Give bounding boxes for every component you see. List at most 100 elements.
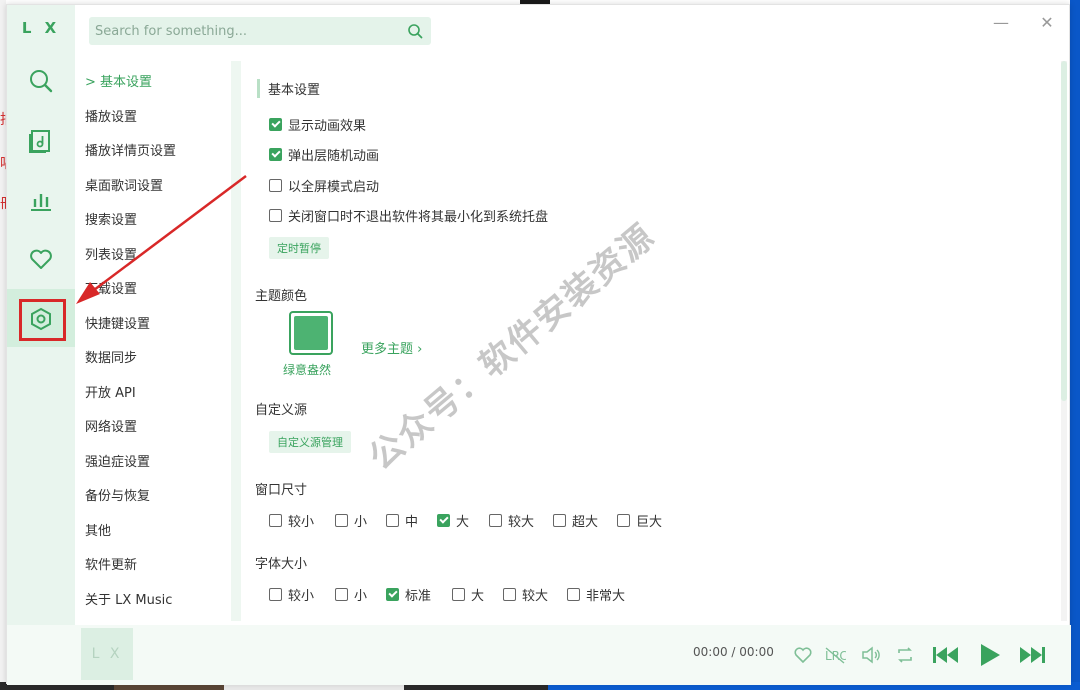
radio-font-large[interactable]: 大 — [452, 585, 484, 604]
radio-font-standard[interactable]: 标准 — [386, 585, 431, 604]
section-title-window-size: 窗口尺寸 — [255, 483, 308, 498]
prev-icon — [933, 647, 958, 663]
checkbox-popup-animation[interactable]: 弹出层随机动画 — [269, 145, 379, 164]
nav-divider — [231, 61, 241, 621]
play-icon — [981, 644, 1000, 666]
nav-item-basic[interactable]: > 基本设置 — [85, 71, 152, 90]
nav-item-sync[interactable]: 数据同步 — [85, 347, 137, 366]
rail-search-button[interactable] — [19, 59, 63, 103]
checkbox-fullscreen-start[interactable]: 以全屏模式启动 — [269, 176, 379, 195]
app-window: L X — ✕ > 基本设置 播放设置 播放详情页设置 桌面歌词设置 搜索 — [6, 4, 1071, 685]
checkbox-box — [269, 118, 282, 131]
more-themes-link[interactable]: 更多主题 › — [361, 338, 422, 357]
nav-item-desktop-lyric[interactable]: 桌面歌词设置 — [85, 175, 163, 194]
radio-window-smaller[interactable]: 较小 — [269, 511, 314, 530]
nav-item-play-detail[interactable]: 播放详情页设置 — [85, 140, 176, 159]
nav-item-list[interactable]: 列表设置 — [85, 244, 137, 263]
checkbox-show-animation[interactable]: 显示动画效果 — [269, 115, 366, 134]
nav-item-hotkey[interactable]: 快捷键设置 — [85, 313, 150, 332]
nav-item-backup[interactable]: 备份与恢复 — [85, 485, 150, 504]
nav-item-ocd[interactable]: 强迫症设置 — [85, 451, 150, 470]
content-scrollbar[interactable] — [1061, 61, 1067, 621]
nav-item-network[interactable]: 网络设置 — [85, 416, 137, 435]
checkbox-box — [269, 588, 282, 601]
rail-chart-button[interactable] — [19, 179, 63, 223]
search-submit-button[interactable] — [407, 23, 423, 43]
timer-pause-button[interactable]: 定时暂停 — [269, 237, 329, 259]
rail-favorites-button[interactable] — [19, 237, 63, 281]
nav-item-other[interactable]: 其他 — [85, 520, 111, 539]
theme-color — [294, 316, 328, 350]
source-manage-button[interactable]: 自定义源管理 — [269, 431, 351, 453]
settings-nav: > 基本设置 播放设置 播放详情页设置 桌面歌词设置 搜索设置 列表设置 下载设… — [75, 61, 233, 621]
section-title-font-size: 字体大小 — [255, 557, 308, 572]
section-title-theme: 主题颜色 — [255, 289, 308, 304]
next-button[interactable] — [1019, 641, 1047, 669]
scrollbar-thumb[interactable] — [1061, 61, 1067, 401]
nav-item-about[interactable]: 关于 LX Music — [85, 589, 172, 608]
theme-swatch[interactable] — [289, 311, 333, 355]
like-icon — [794, 647, 812, 664]
checkbox-box — [489, 514, 502, 527]
radio-window-huge[interactable]: 巨大 — [617, 511, 662, 530]
minimize-button[interactable]: — — [991, 13, 1011, 33]
checkbox-box — [503, 588, 516, 601]
section-title-source: 自定义源 — [255, 403, 308, 418]
nav-item-update[interactable]: 软件更新 — [85, 554, 137, 573]
radio-window-large[interactable]: 大 — [437, 511, 469, 530]
checkbox-box — [553, 514, 566, 527]
repeat-icon — [898, 647, 912, 663]
checkbox-box — [617, 514, 630, 527]
close-button[interactable]: ✕ — [1037, 13, 1057, 33]
previous-button[interactable] — [931, 641, 959, 669]
desktop-background-strip — [1070, 0, 1080, 690]
radio-window-xlarge[interactable]: 超大 — [553, 511, 598, 530]
search-input[interactable] — [95, 23, 395, 39]
music-library-icon — [29, 130, 50, 153]
nav-item-playback[interactable]: 播放设置 — [85, 106, 137, 125]
radio-font-huge[interactable]: 非常大 — [567, 585, 625, 604]
nav-item-search[interactable]: 搜索设置 — [85, 209, 137, 228]
search-icon — [408, 24, 423, 39]
checkbox-box — [269, 514, 282, 527]
app-logo: L X — [21, 19, 61, 37]
album-cover[interactable]: L X — [81, 628, 133, 680]
theme-name: 绿意盎然 — [283, 363, 332, 377]
minimize-icon: — — [993, 13, 1009, 32]
lyric-toggle-button[interactable]: LRC — [821, 641, 849, 669]
playback-time: 00:00 / 00:00 — [693, 645, 774, 659]
settings-content: 基本设置 显示动画效果 弹出层随机动画 以全屏模式启动 关闭窗口时不退出软件将其… — [241, 61, 1059, 621]
checkbox-box — [335, 514, 348, 527]
checkbox-box — [386, 588, 399, 601]
checkbox-box — [567, 588, 580, 601]
like-button[interactable] — [789, 641, 817, 669]
play-button[interactable] — [975, 641, 1003, 669]
section-title-basic: 基本设置 — [257, 79, 320, 98]
radio-font-larger[interactable]: 较大 — [503, 585, 548, 604]
radio-window-larger[interactable]: 较大 — [489, 511, 534, 530]
volume-icon — [862, 646, 880, 664]
checkbox-box — [452, 588, 465, 601]
volume-button[interactable] — [857, 641, 885, 669]
checkbox-box — [269, 148, 282, 161]
close-icon: ✕ — [1040, 13, 1054, 32]
radio-font-smaller[interactable]: 较小 — [269, 585, 314, 604]
chevron-right-icon: > — [85, 75, 96, 90]
nav-item-open-api[interactable]: 开放 API — [85, 382, 136, 401]
checkbox-box — [437, 514, 450, 527]
repeat-mode-button[interactable] — [891, 641, 919, 669]
checkbox-box — [269, 209, 282, 222]
search-icon — [30, 70, 53, 93]
chevron-right-icon: › — [417, 342, 423, 357]
checkbox-box — [269, 179, 282, 192]
nav-item-download[interactable]: 下载设置 — [85, 278, 137, 297]
radio-window-medium[interactable]: 中 — [386, 511, 418, 530]
radio-window-small[interactable]: 小 — [335, 511, 367, 530]
radio-font-small[interactable]: 小 — [335, 585, 367, 604]
checkbox-minimize-to-tray[interactable]: 关闭窗口时不退出软件将其最小化到系统托盘 — [269, 206, 548, 225]
chart-icon — [31, 194, 51, 211]
next-icon — [1020, 647, 1045, 663]
search-box — [89, 17, 431, 45]
rail-library-button[interactable] — [19, 119, 63, 163]
lyric-off-icon: LRC — [825, 647, 846, 664]
